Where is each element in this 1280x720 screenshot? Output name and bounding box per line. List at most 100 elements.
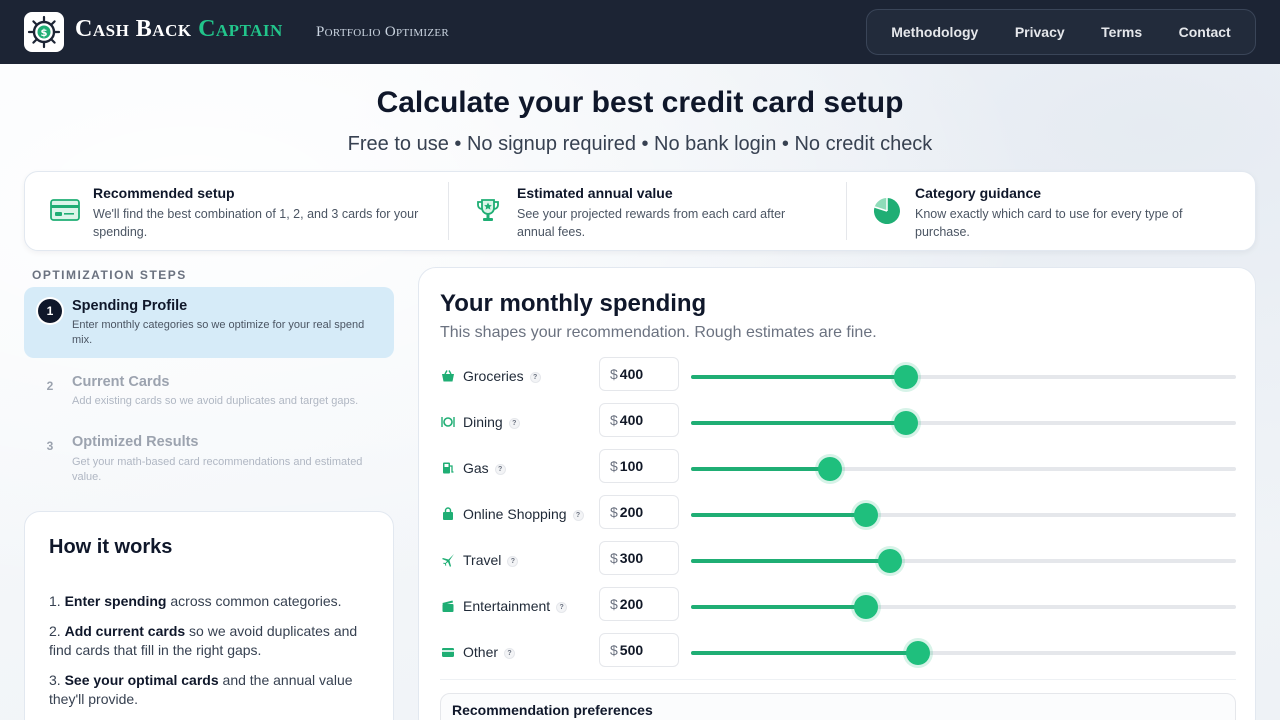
brand-name-part2: Captain xyxy=(198,16,283,42)
category-label: Travel? xyxy=(463,552,519,568)
slider-handle[interactable] xyxy=(894,411,919,435)
help-icon[interactable]: ? xyxy=(529,371,541,383)
trophy-icon xyxy=(477,199,499,221)
spending-slider[interactable] xyxy=(691,595,1236,619)
slider-handle[interactable] xyxy=(854,595,879,619)
basket-icon xyxy=(442,370,454,382)
svg-text:$: $ xyxy=(41,28,48,39)
category-name: Entertainment xyxy=(463,598,551,614)
step-number: 1 xyxy=(38,299,62,323)
spending-slider[interactable] xyxy=(691,641,1236,665)
amount-input[interactable]: $100 xyxy=(599,449,679,483)
preferences-title: Recommendation preferences xyxy=(452,702,653,718)
steps-heading: OPTIMIZATION STEPS xyxy=(32,268,187,282)
spending-slider[interactable] xyxy=(691,411,1236,435)
step-desc: Get your math-based card recommendations… xyxy=(72,456,363,483)
gas-pump-icon xyxy=(443,462,454,474)
currency-symbol: $ xyxy=(610,412,618,428)
step-spending-profile[interactable]: 1 Spending Profile Enter monthly categor… xyxy=(24,287,394,358)
top-bar: $ Cash Back Captain Portfolio Optimizer … xyxy=(0,0,1280,64)
item-bold: Enter spending xyxy=(64,593,167,609)
feature-desc: We'll find the best combination of 1, 2,… xyxy=(93,207,419,239)
category-label: Other? xyxy=(463,644,516,660)
amount-input[interactable]: $200 xyxy=(599,495,679,529)
feature-desc: See your projected rewards from each car… xyxy=(517,207,786,239)
amount-input[interactable]: $500 xyxy=(599,633,679,667)
recommendation-preferences: Recommendation preferences xyxy=(440,693,1236,720)
spending-row-groceries: Groceries? $400 xyxy=(419,357,1257,403)
step-number: 3 xyxy=(46,439,54,453)
slider-fill xyxy=(691,467,830,471)
amount-value: 200 xyxy=(619,596,644,612)
currency-symbol: $ xyxy=(610,366,618,382)
top-nav: Methodology Privacy Terms Contact xyxy=(866,9,1256,55)
help-icon[interactable]: ? xyxy=(494,463,506,475)
amount-input[interactable]: $400 xyxy=(599,403,679,437)
amount-value: 100 xyxy=(619,458,644,474)
logo[interactable]: $ xyxy=(24,12,64,52)
amount-input[interactable]: $400 xyxy=(599,357,679,391)
slider-handle[interactable] xyxy=(906,641,931,665)
brand-name[interactable]: Cash Back Captain xyxy=(75,16,283,43)
page-subtitle: Free to use • No signup required • No ba… xyxy=(347,133,933,155)
slider-fill xyxy=(691,375,907,379)
help-icon[interactable]: ? xyxy=(508,417,520,429)
help-icon[interactable]: ? xyxy=(556,601,568,613)
item-number: 2. xyxy=(49,622,61,639)
spending-row-other: Other? $500 xyxy=(419,633,1257,679)
help-icon[interactable]: ? xyxy=(507,555,519,567)
step-title: Optimized Results xyxy=(72,434,199,450)
feature-recommended-setup: Recommended setup We'll find the best co… xyxy=(25,172,448,252)
step-title: Spending Profile xyxy=(72,298,188,314)
amount-value: 500 xyxy=(619,642,644,658)
step-current-cards[interactable]: 2 Current Cards Add existing cards so we… xyxy=(24,368,394,420)
feature-desc: Know exactly which card to use for every… xyxy=(915,207,1183,239)
category-label: Gas? xyxy=(463,460,506,476)
currency-symbol: $ xyxy=(610,504,618,520)
how-it-works-list: 1. Enter spending across common categori… xyxy=(49,592,369,720)
category-label: Online Shopping? xyxy=(463,506,584,522)
item-number: 1. xyxy=(49,593,61,609)
slider-fill xyxy=(691,421,907,425)
nav-privacy[interactable]: Privacy xyxy=(1005,18,1075,46)
feature-title: Recommended setup xyxy=(93,185,235,201)
amount-input[interactable]: $200 xyxy=(599,587,679,621)
category-name: Groceries xyxy=(463,368,524,384)
step-desc: Enter monthly categories so we optimize … xyxy=(72,319,365,346)
slider-handle[interactable] xyxy=(817,457,842,481)
help-icon[interactable]: ? xyxy=(572,509,584,521)
spending-slider[interactable] xyxy=(691,457,1236,481)
clapperboard-icon xyxy=(442,600,454,612)
help-icon[interactable]: ? xyxy=(504,647,516,659)
currency-symbol: $ xyxy=(610,458,618,474)
list-item: 3. See your optimal cards and the annual… xyxy=(49,671,369,710)
step-title: Current Cards xyxy=(72,374,170,390)
slider-handle[interactable] xyxy=(854,503,879,527)
amount-input[interactable]: $300 xyxy=(599,541,679,575)
slider-handle[interactable] xyxy=(877,549,902,573)
feature-title: Estimated annual value xyxy=(517,185,673,201)
step-optimized-results[interactable]: 3 Optimized Results Get your math-based … xyxy=(24,428,394,492)
spending-slider[interactable] xyxy=(691,549,1236,573)
nav-methodology[interactable]: Methodology xyxy=(881,18,988,46)
spending-subtitle: This shapes your recommendation. Rough e… xyxy=(440,324,877,341)
slider-fill xyxy=(691,605,867,609)
spending-slider[interactable] xyxy=(691,503,1236,527)
page-title: Calculate your best credit card setup xyxy=(376,86,904,119)
slider-fill xyxy=(691,559,890,563)
spending-slider[interactable] xyxy=(691,365,1236,389)
list-item: 1. Enter spending across common categori… xyxy=(49,592,369,612)
currency-symbol: $ xyxy=(610,642,618,658)
feature-category-guidance: Category guidance Know exactly which car… xyxy=(847,172,1255,252)
spending-row-entertainment: Entertainment? $200 xyxy=(419,587,1257,633)
feature-strip: Recommended setup We'll find the best co… xyxy=(24,171,1256,251)
item-number: 3. xyxy=(49,671,61,688)
amount-value: 400 xyxy=(619,366,644,382)
ship-wheel-icon: $ xyxy=(27,15,61,49)
spending-title: Your monthly spending xyxy=(440,290,707,317)
slider-handle[interactable] xyxy=(894,365,919,389)
nav-contact[interactable]: Contact xyxy=(1169,18,1241,46)
category-name: Dining xyxy=(463,414,503,430)
nav-terms[interactable]: Terms xyxy=(1091,18,1152,46)
step-number: 2 xyxy=(46,379,54,393)
